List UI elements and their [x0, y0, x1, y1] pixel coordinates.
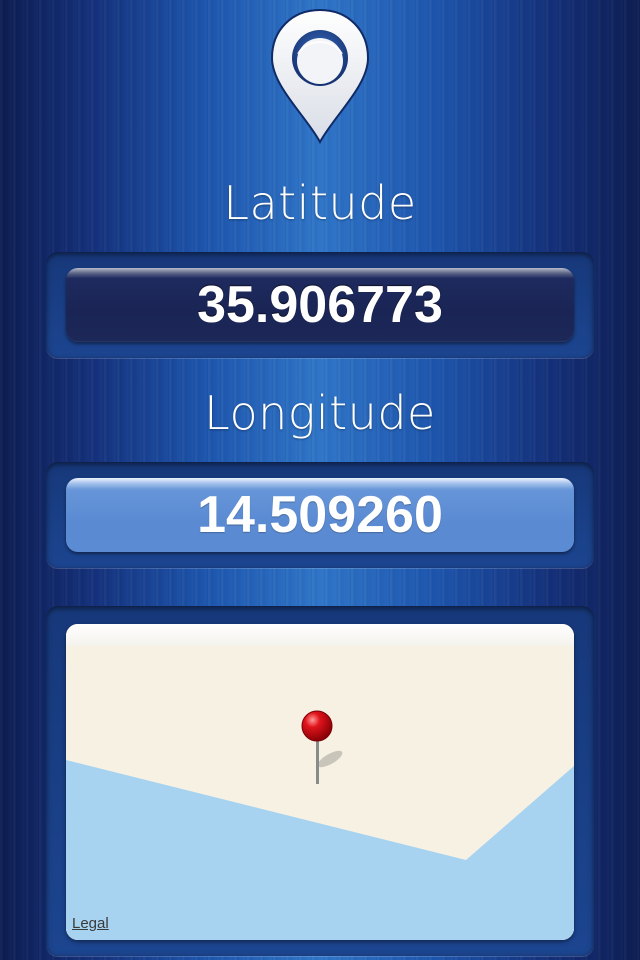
latitude-label: Latitude: [223, 176, 417, 230]
longitude-value: 14.509260: [66, 478, 574, 552]
marker-needle: [316, 734, 319, 784]
latitude-panel: 35.906773: [46, 252, 594, 358]
longitude-label: Longitude: [204, 386, 436, 440]
latitude-value: 35.906773: [66, 268, 574, 342]
map-canvas: [66, 624, 574, 940]
location-pin-icon: [266, 6, 374, 146]
map-view[interactable]: Legal: [66, 624, 574, 940]
red-pushpin-icon: [301, 710, 333, 742]
map-panel: Legal: [46, 606, 594, 956]
longitude-panel: 14.509260: [46, 462, 594, 568]
legal-link[interactable]: Legal: [72, 915, 109, 932]
map-top-bar: [66, 624, 574, 646]
